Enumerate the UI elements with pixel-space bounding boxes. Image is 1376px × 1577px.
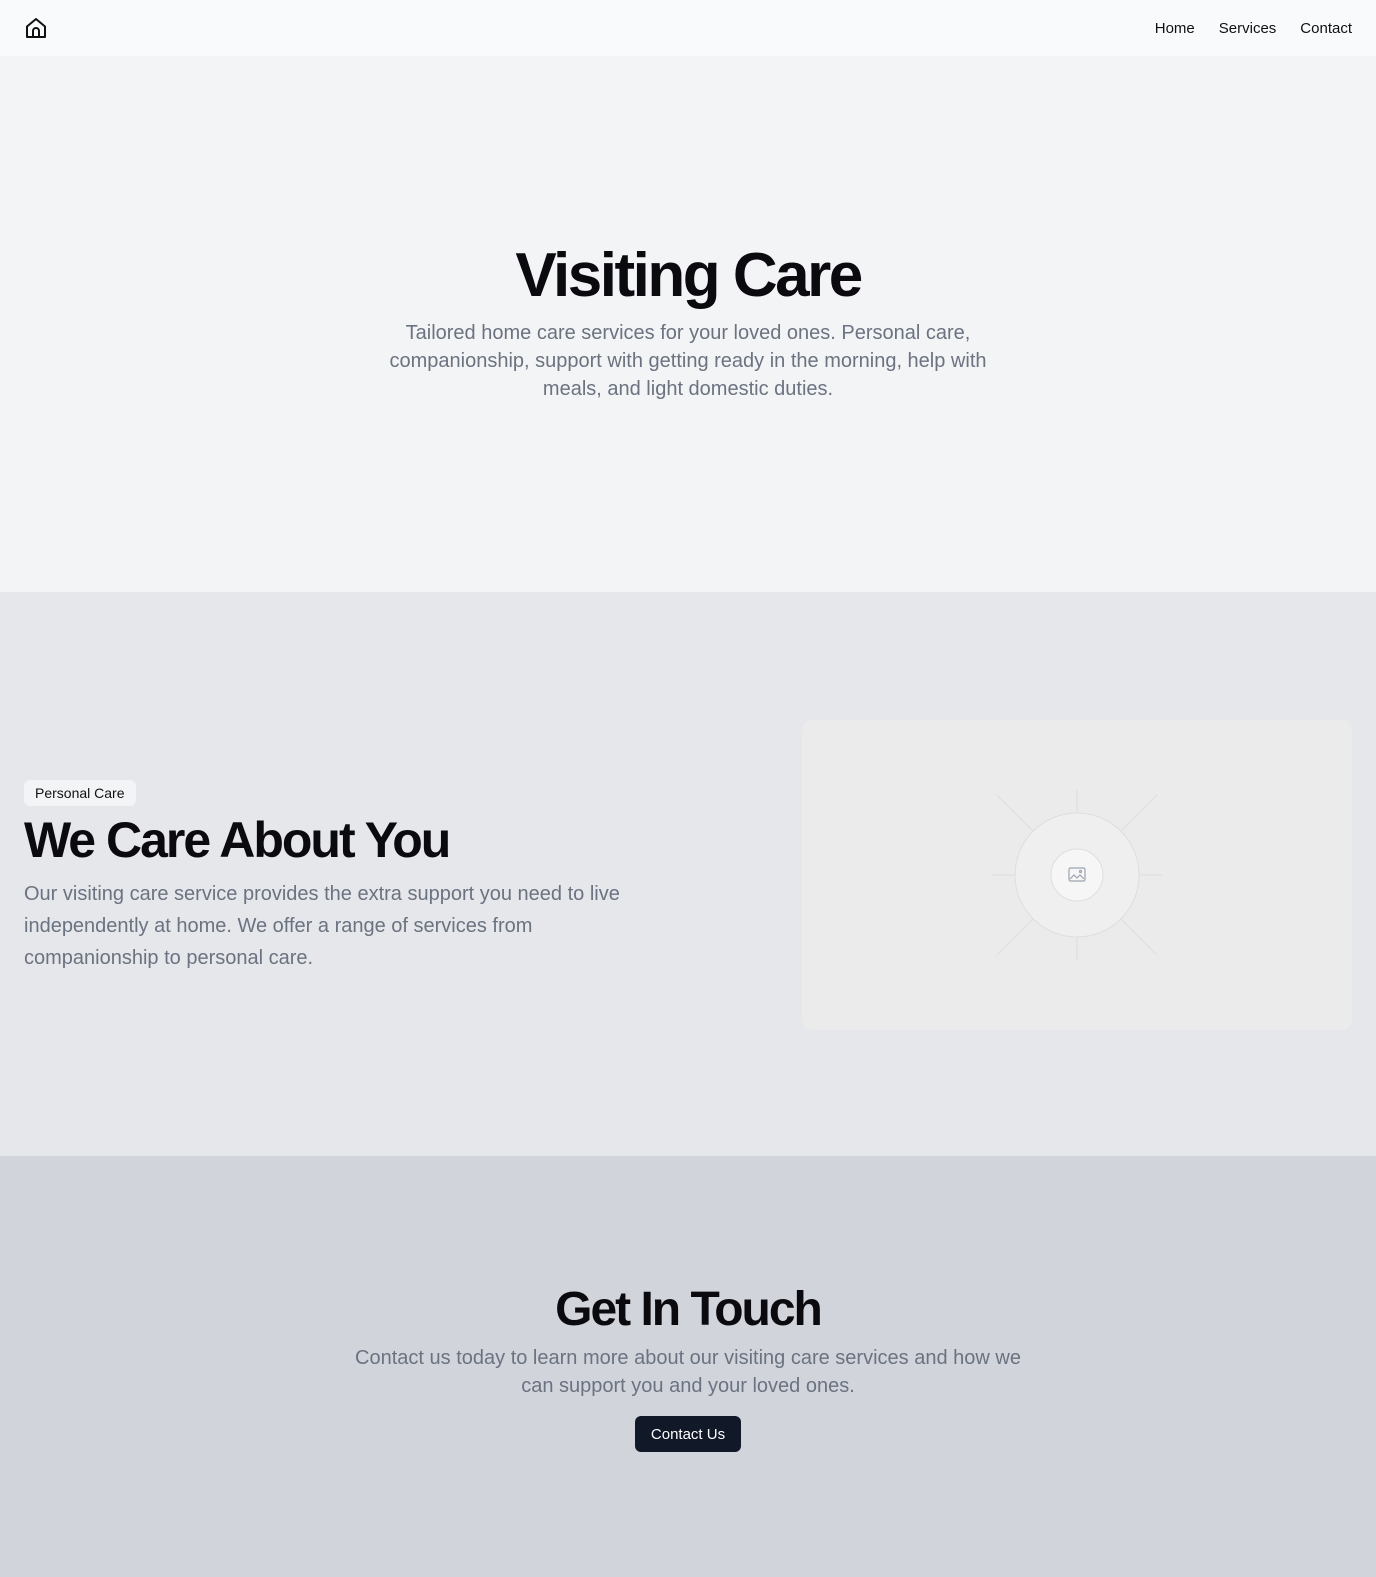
contact-body: Contact us today to learn more about our…	[355, 1347, 1021, 1397]
hero-subtitle: Tailored home care services for your lov…	[389, 322, 987, 400]
about-title: We Care About You	[24, 812, 451, 868]
placeholder-graphic	[992, 790, 1162, 960]
nav-link-contact[interactable]: Contact	[1300, 20, 1352, 37]
main-nav: Home Services Contact	[1155, 20, 1352, 37]
contact-title: Get In Touch	[555, 1283, 823, 1336]
hero-title: Visiting Care	[515, 241, 863, 310]
image-placeholder	[802, 720, 1352, 1030]
home-icon	[26, 18, 46, 38]
contact-us-button[interactable]: Contact Us	[634, 1416, 742, 1452]
nav-link-home[interactable]: Home	[1155, 20, 1195, 37]
about-body: Our visiting care service provides the e…	[24, 883, 620, 969]
about-text-block: Personal Care We Care About You Our visi…	[24, 780, 624, 974]
home-logo[interactable]	[24, 16, 48, 40]
category-badge: Personal Care	[24, 780, 136, 806]
contact-section: Get In Touch Contact us today to learn m…	[0, 1156, 1376, 1577]
about-section: Personal Care We Care About You Our visi…	[0, 592, 1376, 1156]
top-navigation-bar: Home Services Contact	[0, 0, 1376, 56]
nav-link-services[interactable]: Services	[1219, 20, 1277, 37]
hero-section: Visiting Care Tailored home care service…	[0, 56, 1376, 592]
